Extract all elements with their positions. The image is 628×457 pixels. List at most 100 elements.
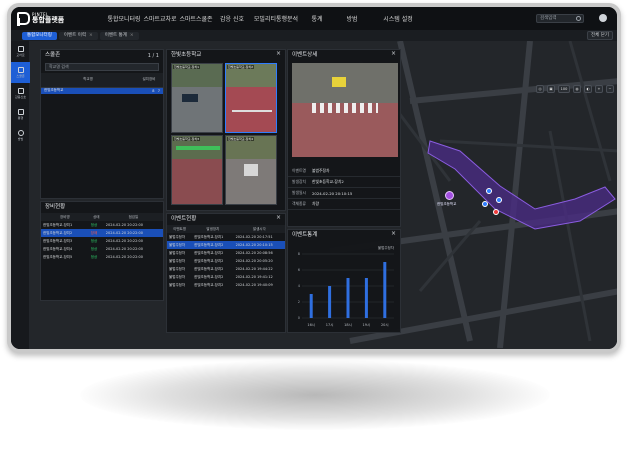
event-name: 불법주정차 xyxy=(169,258,186,263)
device-name: 한빛초등학교-장치1 xyxy=(43,222,73,227)
tab-label: 통합모니터링 xyxy=(27,32,52,38)
equipment-table: 장비명 상태 점검일 한빛초등학교-장치1 정상 2024-02-20 20:22:… xyxy=(41,213,163,261)
detail-value: 2024-02-20 20:10:15 xyxy=(312,190,353,196)
alert-marker-icon[interactable] xyxy=(493,209,499,215)
device-name: 한빛초등학교-장치2 xyxy=(41,229,89,237)
camera-feed[interactable]: 한빛초등학교-장치1 xyxy=(171,63,223,133)
search-placeholder: 검색입력 xyxy=(540,16,557,21)
nav-item[interactable]: 통계 xyxy=(302,14,332,23)
installed-count: 8 xyxy=(152,88,155,93)
nav-item[interactable]: 통합모니터링 xyxy=(106,14,142,23)
close-icon[interactable]: × xyxy=(276,50,281,57)
school-name: 한빛초등학교 xyxy=(41,87,135,94)
event-name: 불법주정차 xyxy=(169,274,186,279)
close-icon[interactable]: × xyxy=(130,33,134,38)
school-marker-icon[interactable] xyxy=(445,191,454,200)
detail-row: 이벤트명 불법주정차 xyxy=(288,166,400,177)
table-row[interactable]: 불법주정차 한빛초등학교-장치2 2024-02-20 20:10:15 xyxy=(167,241,285,249)
close-icon[interactable]: × xyxy=(276,214,281,221)
nav-item[interactable]: 모빌리티통행분석 xyxy=(250,14,302,23)
school-search-input[interactable]: 학교명 검색 xyxy=(45,63,159,71)
table-row[interactable]: 불법주정차 한빛초등학교-장치2 2024-02-20 19:44:22 xyxy=(167,265,285,273)
moon-icon[interactable]: ◐ xyxy=(584,85,592,93)
table-row[interactable]: 불법주정차 한빛초등학교-장치1 2024-02-20 20:17:51 xyxy=(167,233,285,241)
device-marker-icon[interactable] xyxy=(482,201,488,207)
device-status: 정상 xyxy=(90,238,98,243)
event-time: 2024-02-20 19:40:09 xyxy=(235,283,273,287)
nav-item[interactable]: 스마트스쿨존 xyxy=(178,14,214,23)
event-snapshot[interactable] xyxy=(292,63,398,157)
nav-item[interactable]: 스마트교차로 xyxy=(142,14,178,23)
table-row[interactable]: 불법주정차 한빛초등학교-장치2 2024-02-20 19:41:12 xyxy=(167,273,285,281)
sidebar-item-security[interactable]: 방범 xyxy=(11,125,30,146)
chart-title: 이벤트통계 xyxy=(292,232,318,238)
event-device: 한빛초등학교-장치2 xyxy=(194,258,224,263)
sidebar-item-crossroad[interactable]: 교차로 xyxy=(11,41,30,62)
close-icon[interactable]: × xyxy=(391,50,396,57)
table-row[interactable]: 한빛초등학교-장치5 정상 2024-02-20 20:22:00 xyxy=(41,253,163,261)
bar xyxy=(328,286,332,318)
zoom-level[interactable]: 100 xyxy=(558,85,570,93)
table-row[interactable]: 한빛초등학교-장치4 정상 2024-02-20 20:22:00 xyxy=(41,245,163,253)
close-icon[interactable]: × xyxy=(391,230,396,237)
top-bar: PINTEL 통합플랫폼 통합모니터링 스마트교차로 스마트스쿨존 감응 신호 … xyxy=(11,7,617,30)
x-tick-label: 17시 xyxy=(326,322,334,327)
camera-label: 한빛초등학교-장치2 xyxy=(227,65,255,69)
brand-logo[interactable]: PINTEL 통합플랫폼 xyxy=(11,11,111,26)
device-name: 한빛초등학교-장치5 xyxy=(43,254,73,259)
device-name: 한빛초등학교-장치3 xyxy=(43,238,73,243)
table-row[interactable]: 불법주정차 한빛초등학교-장치2 2024-02-20 19:40:09 xyxy=(167,281,285,289)
event-status-table: 이벤트명 발생장치 발생시각 불법주정차 한빛초등학교-장치1 2024-02-20… xyxy=(167,225,285,289)
event-time: 2024-02-20 19:41:12 xyxy=(235,275,273,279)
table-row[interactable]: 한빛초등학교-장치2 장애 2024-02-20 20:22:00 xyxy=(41,229,163,237)
device-status: 정상 xyxy=(90,246,98,251)
detail-value: 한빛초등학교-장치2 xyxy=(312,179,344,184)
camera-feed[interactable]: 한빛초등학교-장치2 xyxy=(225,63,277,133)
schoolzone-table: 학교명 설치장비 한빛초등학교 8 7 xyxy=(41,73,163,94)
bar xyxy=(364,278,368,318)
sidebar-label: 방범 xyxy=(17,137,24,141)
logo-icon xyxy=(17,11,30,26)
nav-item[interactable]: 시스템 설정 xyxy=(372,14,424,23)
tab-monitoring[interactable]: 통합모니터링 xyxy=(22,31,57,40)
chat-icon[interactable]: ◍ xyxy=(573,85,581,93)
school-icon xyxy=(17,67,24,73)
detail-row: 발생장치 한빛초등학교-장치2 xyxy=(288,177,400,188)
table-row[interactable]: 불법주정차 한빛초등학교-장치2 2024-02-20 20:08:56 xyxy=(167,249,285,257)
table-row[interactable]: 한빛초등학교 8 7 xyxy=(41,87,163,94)
locate-icon[interactable]: ◎ xyxy=(536,85,544,93)
sidebar-item-signal[interactable]: 감응신호 xyxy=(11,83,30,104)
user-icon[interactable] xyxy=(599,14,607,22)
column-header: 장비명 xyxy=(41,213,89,221)
camera-feed[interactable]: 한빛초등학교-장치3 xyxy=(171,135,223,205)
camera-feed[interactable]: 한빛초등학교-장치4 xyxy=(225,135,277,205)
event-name: 불법주정차 xyxy=(169,234,186,239)
detail-row: 객체종류 차량 xyxy=(288,199,400,210)
sidebar-item-schoolzone[interactable]: 스쿨존 xyxy=(11,62,30,83)
event-status-panel: 이벤트현황 × 이벤트명 발생장치 발생시각 불법주정차 한빛초등학교-장치1 20… xyxy=(166,213,286,333)
equipment-panel: 장비현황 장비명 상태 점검일 한빛초등학교-장치1 정상 2024-02-20 2… xyxy=(40,201,164,301)
tab-event-history[interactable]: 이벤트 이력 × xyxy=(58,31,98,40)
zoom-in-icon[interactable]: + xyxy=(595,85,603,93)
search-icon[interactable] xyxy=(576,16,581,21)
event-name: 불법주정차 xyxy=(167,241,193,249)
device-marker-icon[interactable] xyxy=(496,197,502,203)
event-device: 한빛초등학교-장치2 xyxy=(194,282,224,287)
search-input[interactable]: 검색입력 xyxy=(536,14,584,23)
table-row[interactable]: 한빛초등학교-장치1 정상 2024-02-20 20:22:00 xyxy=(41,221,163,229)
layer-icon[interactable]: ▣ xyxy=(547,85,555,93)
detail-row: 발생일시 2024-02-20 20:10:15 xyxy=(288,188,400,199)
table-row[interactable]: 한빛초등학교-장치3 정상 2024-02-20 20:22:00 xyxy=(41,237,163,245)
close-all-button[interactable]: 전체 닫기 xyxy=(587,31,613,40)
side-icon-bar: 교차로 스쿨존 감응신호 통행 방범 xyxy=(11,41,30,349)
y-tick-label: 4 xyxy=(298,284,301,288)
table-row[interactable]: 불법주정차 한빛초등학교-장치2 2024-02-20 20:05:20 xyxy=(167,257,285,265)
tab-event-stats[interactable]: 이벤트 통계 × xyxy=(99,31,139,40)
sidebar-item-traffic[interactable]: 통행 xyxy=(11,104,30,125)
device-marker-icon[interactable] xyxy=(486,188,492,194)
zoom-out-icon[interactable]: − xyxy=(606,85,614,93)
nav-item[interactable]: 방범 xyxy=(332,14,372,23)
nav-item[interactable]: 감응 신호 xyxy=(214,14,250,23)
device-name: 한빛초등학교-장치4 xyxy=(43,246,73,251)
close-icon[interactable]: × xyxy=(89,33,93,38)
